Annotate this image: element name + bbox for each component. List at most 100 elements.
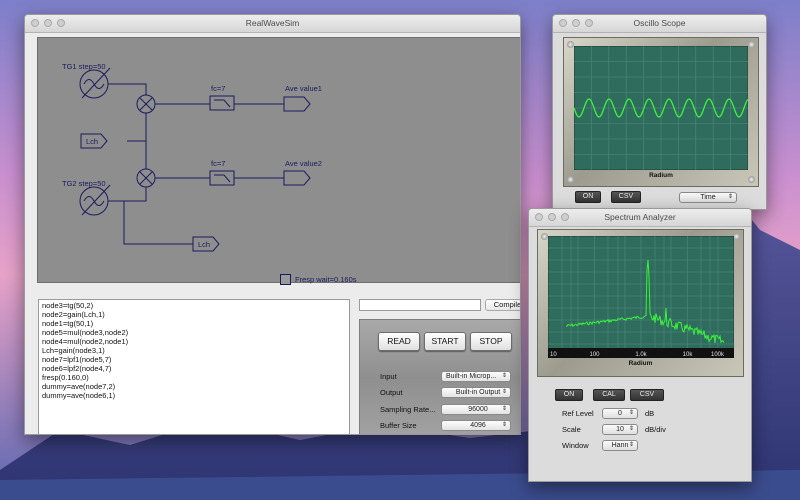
lch-top-label: Lch <box>86 137 99 146</box>
ref-level-unit: dB <box>645 409 655 418</box>
window-label: Window <box>562 441 589 450</box>
window-title: Spectrum Analyzer <box>604 212 676 222</box>
spectrum-x-tick: 10 <box>550 352 557 358</box>
start-button[interactable]: START <box>424 332 466 351</box>
analyzer-on-button[interactable]: ON <box>555 389 583 401</box>
output-select-value: Built-in Output <box>455 389 501 396</box>
stepper-icon: ⇕ <box>628 426 634 432</box>
fresp-label: Fresp wait=0.160s <box>295 275 357 284</box>
stepper-icon: ⇕ <box>727 194 733 200</box>
close-icon[interactable] <box>535 213 543 221</box>
analyzer-cal-button[interactable]: CAL <box>593 389 625 401</box>
analyzer-screen: 10 100 1.0k 10k 100k <box>548 236 734 358</box>
fc1-label: fc=7 <box>211 84 226 93</box>
scope-bezel: Radium <box>563 37 759 187</box>
oscilloscope-window: Oscillo Scope Radium ON CSV Time ⇕ <box>552 14 767 210</box>
sampling-rate-value: 96000 <box>468 406 488 413</box>
scope-mode-select[interactable]: Time ⇕ <box>679 192 737 203</box>
script-line: Lch=gain(node3,1) <box>42 346 105 355</box>
analyzer-csv-button[interactable]: CSV <box>630 389 664 401</box>
zoom-icon[interactable] <box>57 19 65 27</box>
stepper-icon: ⇕ <box>501 389 507 395</box>
output-select[interactable]: Built-in Output ⇕ <box>441 387 511 398</box>
scale-stepper[interactable]: 10 ⇕ <box>602 424 638 435</box>
title-bar[interactable]: RealWaveSim <box>25 15 520 33</box>
input-label: Input <box>380 372 397 381</box>
read-button[interactable]: READ <box>378 332 420 351</box>
script-line: fresp(0.160,0) <box>42 373 89 382</box>
window-controls <box>31 19 65 27</box>
sampling-rate-label: Sampling Rate... <box>380 405 436 414</box>
script-line: node2=gain(Lch,1) <box>42 310 105 319</box>
stepper-icon: ⇕ <box>501 406 507 412</box>
close-icon[interactable] <box>559 19 567 27</box>
scale-label: Scale <box>562 425 581 434</box>
stepper-icon: ⇕ <box>501 422 507 428</box>
analyzer-brand: Radium <box>628 360 653 367</box>
scale-value: 10 <box>616 426 624 433</box>
buffer-size-select[interactable]: 4096 ⇕ <box>441 420 511 431</box>
sampling-rate-select[interactable]: 96000 ⇕ <box>441 404 511 415</box>
spectrum-x-tick: 100k <box>711 352 725 358</box>
input-select[interactable]: Built-in Microp... ⇕ <box>441 371 511 382</box>
window-title: Oscillo Scope <box>633 18 686 28</box>
fresp-checkbox[interactable] <box>280 274 291 285</box>
realwavesim-window: RealWaveSim TG1 step=50 TG2 step=50 Lch … <box>24 14 521 435</box>
screw-icon <box>567 41 574 48</box>
fc2-label: fc=7 <box>211 159 226 168</box>
window-select[interactable]: Hann ⇕ <box>602 440 638 451</box>
scope-brand: Radium <box>649 172 673 179</box>
command-input[interactable] <box>359 299 481 311</box>
lch-bottom-label: Lch <box>198 240 211 249</box>
buffer-size-value: 4096 <box>470 422 486 429</box>
title-bar[interactable]: Oscillo Scope <box>553 15 766 33</box>
scope-screen <box>574 46 748 170</box>
script-line: node5=mul(node3,node2) <box>42 328 129 337</box>
compile-button[interactable]: Compile <box>485 299 520 311</box>
spectrum-analyzer-window: Spectrum Analyzer 10 100 1.0k 10k 100k R… <box>528 208 752 482</box>
scope-on-button[interactable]: ON <box>575 191 601 203</box>
control-panel: READ START STOP Input Built-in Microp...… <box>359 319 520 434</box>
ref-level-label: Ref Level <box>562 409 594 418</box>
window-value: Hann <box>611 442 629 449</box>
window-title: RealWaveSim <box>245 18 300 28</box>
output-label: Output <box>380 388 403 397</box>
script-editor[interactable]: node3=tg(50,2) node2=gain(Lch,1) node1=t… <box>38 299 350 434</box>
input-select-value: Built-in Microp... <box>446 373 497 380</box>
script-line: node7=lpf1(node5,7) <box>42 355 112 364</box>
script-line: dummy=ave(node7,2) <box>42 382 116 391</box>
circuit-canvas[interactable]: TG1 step=50 TG2 step=50 Lch Lch fc=7 fc=… <box>37 37 520 285</box>
ave2-label: Ave value2 <box>285 159 322 168</box>
ave1-label: Ave value1 <box>285 84 322 93</box>
window-controls <box>559 19 593 27</box>
screw-icon <box>748 41 755 48</box>
analyzer-bezel: 10 100 1.0k 10k 100k Radium <box>537 229 744 377</box>
scope-mode-value: Time <box>700 194 716 201</box>
script-line: node6=lpf2(node4,7) <box>42 364 112 373</box>
buffer-size-label: Buffer Size <box>380 421 417 430</box>
stop-button[interactable]: STOP <box>470 332 512 351</box>
screw-icon <box>733 233 740 240</box>
stepper-icon: ⇕ <box>628 410 634 416</box>
zoom-icon[interactable] <box>585 19 593 27</box>
script-line: node3=tg(50,2) <box>42 301 94 310</box>
stepper-icon: ⇕ <box>628 442 634 448</box>
script-line: dummy=ave(node6,1) <box>42 391 116 400</box>
minimize-icon[interactable] <box>44 19 52 27</box>
tg2-label: TG2 step=50 <box>62 179 106 188</box>
ref-level-stepper[interactable]: 0 ⇕ <box>602 408 638 419</box>
minimize-icon[interactable] <box>548 213 556 221</box>
screw-icon <box>541 233 548 240</box>
scale-unit: dB/div <box>645 425 666 434</box>
script-line: node1=tg(50,1) <box>42 319 94 328</box>
script-line: node4=mul(node2,node1) <box>42 337 129 346</box>
spectrum-x-tick: 10k <box>683 352 694 358</box>
zoom-icon[interactable] <box>561 213 569 221</box>
circuit-diagram <box>79 67 311 252</box>
minimize-icon[interactable] <box>572 19 580 27</box>
close-icon[interactable] <box>31 19 39 27</box>
tg1-label: TG1 step=50 <box>62 62 106 71</box>
spectrum-x-tick: 100 <box>589 352 600 358</box>
scope-csv-button[interactable]: CSV <box>611 191 641 203</box>
title-bar[interactable]: Spectrum Analyzer <box>529 209 751 227</box>
